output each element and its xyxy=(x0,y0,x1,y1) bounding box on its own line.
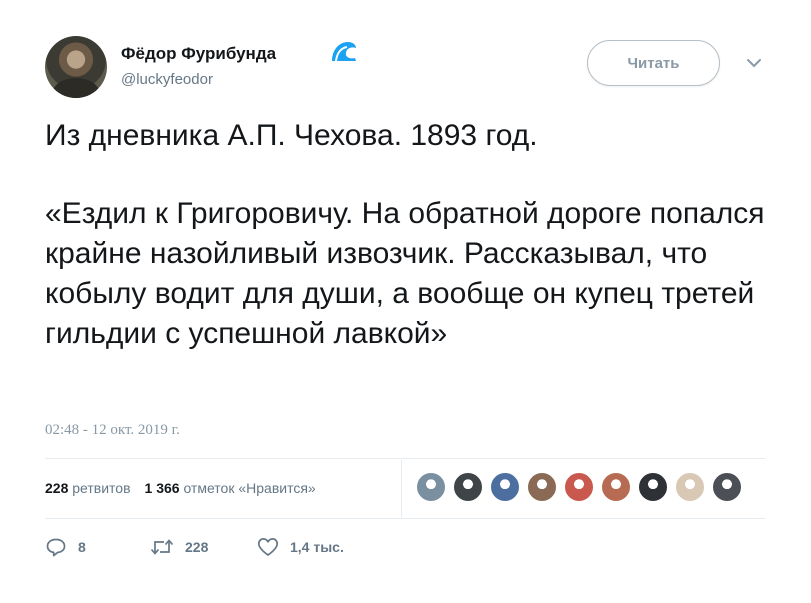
tweet-timestamp[interactable]: 02:48 - 12 окт. 2019 г. xyxy=(45,422,180,439)
likes-label: отметок «Нравится» xyxy=(183,480,316,496)
liker-avatar[interactable] xyxy=(416,472,446,502)
liker-avatar[interactable] xyxy=(638,472,668,502)
like-count: 1,4 тыс. xyxy=(290,539,344,555)
liker-avatar[interactable] xyxy=(564,472,594,502)
divider xyxy=(45,518,765,519)
heart-icon xyxy=(257,538,279,556)
liker-avatar[interactable] xyxy=(601,472,631,502)
reply-action[interactable]: 8 xyxy=(45,537,150,557)
retweet-icon xyxy=(150,539,174,555)
tweet-paragraph: «Ездил к Григоровичу. На обратной дороге… xyxy=(45,197,765,350)
avatar-figure xyxy=(53,78,99,98)
likes-stat[interactable]: 1 366 отметок «Нравится» xyxy=(145,480,316,496)
wave-icon xyxy=(332,42,356,62)
chevron-down-icon[interactable] xyxy=(745,56,763,70)
liker-avatar[interactable] xyxy=(712,472,742,502)
tweet-actions: 8 228 1,4 тыс. xyxy=(45,537,344,557)
liker-avatar[interactable] xyxy=(527,472,557,502)
author-avatar[interactable] xyxy=(45,36,107,98)
tweet-text: Из дневника А.П. Чехова. 1893 год. «Езди… xyxy=(45,116,775,354)
tweet-paragraph: Из дневника А.П. Чехова. 1893 год. xyxy=(45,119,538,152)
retweet-action[interactable]: 228 xyxy=(150,537,257,557)
liker-avatars xyxy=(416,472,749,502)
retweets-stat[interactable]: 228 ретвитов xyxy=(45,480,131,496)
reply-icon xyxy=(46,538,66,557)
like-action[interactable]: 1,4 тыс. xyxy=(257,537,344,557)
liker-avatar[interactable] xyxy=(490,472,520,502)
divider xyxy=(45,458,765,459)
likes-count: 1 366 xyxy=(144,480,180,496)
follow-button[interactable]: Читать xyxy=(587,40,720,86)
liker-avatar[interactable] xyxy=(675,472,705,502)
retweets-label: ретвитов xyxy=(72,480,131,496)
liker-avatar[interactable] xyxy=(453,472,483,502)
retweet-count: 228 xyxy=(185,539,209,555)
reply-count: 8 xyxy=(78,539,86,555)
author-handle[interactable]: @luckyfeodor xyxy=(121,71,213,88)
retweets-count: 228 xyxy=(45,480,69,496)
author-display-name[interactable]: Фёдор Фурибунда xyxy=(121,44,276,64)
stats-separator xyxy=(401,460,402,518)
tweet-stats: 228 ретвитов 1 366 отметок «Нравится» xyxy=(45,480,316,496)
